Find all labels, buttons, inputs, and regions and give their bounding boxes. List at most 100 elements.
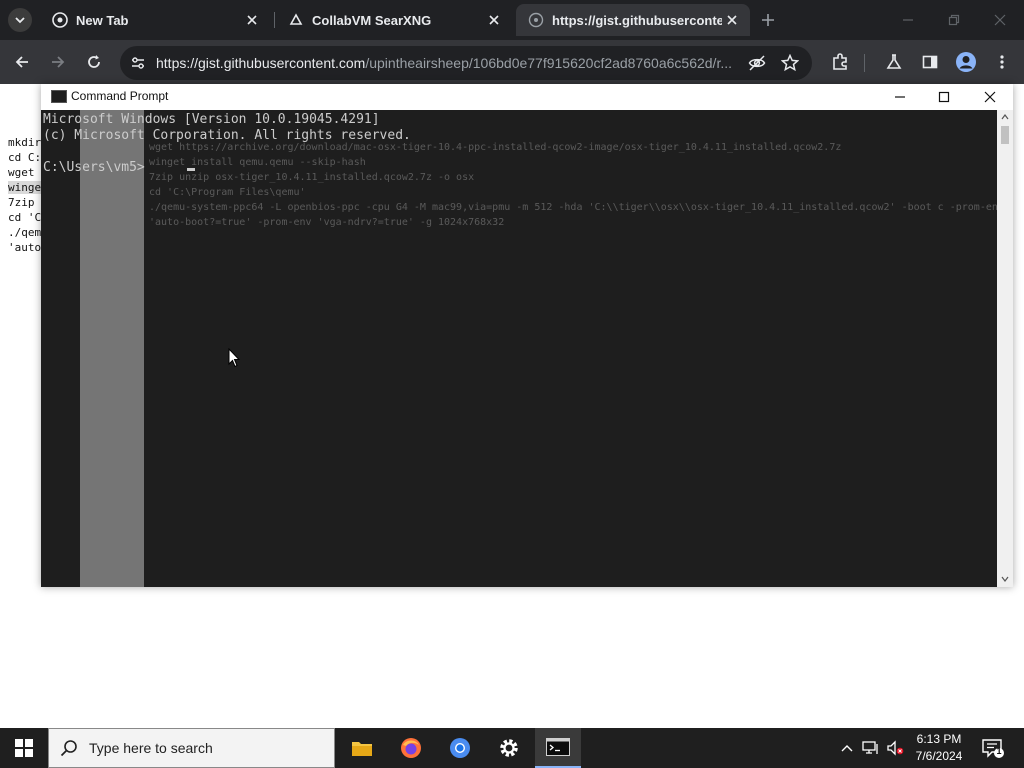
windows-logo-icon bbox=[15, 739, 33, 757]
browser-tab-strip: New Tab CollabVM SearXNG https://gist.gi… bbox=[0, 0, 1024, 40]
kebab-menu-icon bbox=[1000, 55, 1004, 69]
cmd-scrollbar[interactable] bbox=[997, 110, 1013, 587]
taskbar-search[interactable]: Type here to search bbox=[48, 728, 335, 768]
tab-new-tab[interactable]: New Tab bbox=[40, 4, 270, 36]
ghost-text-line: 'auto-boot?=true' -prom-env 'vga-ndrv?=t… bbox=[149, 217, 505, 228]
address-bar[interactable]: https://gist.githubusercontent.com/upint… bbox=[120, 46, 812, 80]
flask-icon bbox=[886, 54, 902, 69]
scroll-thumb[interactable] bbox=[1001, 126, 1009, 144]
cmd-close-button[interactable] bbox=[979, 86, 1001, 108]
search-icon bbox=[49, 739, 89, 757]
tab-gist[interactable]: https://gist.githubuserconten bbox=[516, 4, 750, 36]
taskbar-settings[interactable] bbox=[486, 728, 532, 768]
volume-muted-icon bbox=[887, 740, 904, 756]
render-artifact bbox=[80, 110, 112, 587]
terminal-icon bbox=[546, 738, 570, 756]
tab-search-button[interactable] bbox=[8, 8, 32, 32]
toolbar-separator bbox=[864, 54, 865, 72]
globe-icon bbox=[528, 12, 544, 28]
cmd-title-bar[interactable]: Command Prompt bbox=[41, 84, 1013, 110]
firefox-icon bbox=[401, 738, 421, 758]
network-icon bbox=[862, 741, 878, 754]
cmd-minimize-button[interactable] bbox=[889, 86, 911, 108]
chromium-icon bbox=[450, 738, 470, 758]
cmd-console[interactable]: wget https://archive.org/download/mac-os… bbox=[41, 110, 997, 587]
new-tab-button[interactable] bbox=[758, 10, 778, 30]
search-placeholder: Type here to search bbox=[89, 740, 213, 756]
close-icon bbox=[984, 91, 996, 103]
side-panel-button[interactable] bbox=[918, 50, 942, 74]
eye-off-icon[interactable] bbox=[748, 54, 766, 77]
minimize-icon bbox=[895, 96, 905, 98]
url-host: https://gist.githubusercontent.com bbox=[156, 55, 366, 71]
restore-button[interactable] bbox=[942, 8, 966, 32]
clock[interactable]: 6:13 PM 7/6/2024 bbox=[908, 731, 970, 765]
tab-close-icon[interactable] bbox=[484, 10, 504, 30]
url-path: /upintheairsheep/106bd0e77f915620cf2ad87… bbox=[365, 55, 732, 71]
scroll-up-icon[interactable] bbox=[1001, 114, 1009, 120]
scroll-down-icon[interactable] bbox=[1001, 576, 1009, 582]
menu-button[interactable] bbox=[990, 50, 1014, 74]
back-button[interactable] bbox=[10, 50, 34, 74]
chrome-icon bbox=[52, 12, 68, 28]
chevron-up-icon bbox=[841, 745, 853, 752]
taskbar-firefox[interactable] bbox=[388, 728, 434, 768]
console-line: Microsoft Windows [Version 10.0.19045.42… bbox=[43, 112, 380, 127]
close-icon bbox=[994, 14, 1006, 26]
volume-button[interactable] bbox=[884, 728, 906, 768]
ghost-text-line: 7zip unzip osx-tiger_10.4.11_installed.q… bbox=[149, 172, 475, 183]
tab-close-icon[interactable] bbox=[722, 10, 742, 30]
notification-center-button[interactable]: 1 bbox=[980, 736, 1004, 760]
command-prompt-window[interactable]: Command Prompt wget https://archive.org/… bbox=[41, 84, 1013, 587]
close-window-button[interactable] bbox=[988, 8, 1012, 32]
ghost-text-line: winget install qemu.qemu --skip-hash bbox=[149, 157, 366, 168]
searxng-icon bbox=[288, 12, 304, 28]
labs-button[interactable] bbox=[882, 50, 906, 74]
show-hidden-icons-button[interactable] bbox=[836, 728, 858, 768]
side-panel-icon bbox=[922, 55, 938, 69]
render-artifact bbox=[112, 110, 144, 587]
taskbar-chromium[interactable] bbox=[437, 728, 483, 768]
address-url[interactable]: https://gist.githubusercontent.com/upint… bbox=[156, 55, 738, 71]
minimize-button[interactable] bbox=[896, 8, 920, 32]
mouse-pointer-icon bbox=[228, 348, 240, 368]
ghost-text-line: ./qemu-system-ppc64 -L openbios-ppc -cpu… bbox=[149, 202, 997, 213]
cmd-title: Command Prompt bbox=[71, 89, 169, 103]
cmd-app-icon bbox=[51, 90, 67, 103]
profile-button[interactable] bbox=[954, 50, 978, 74]
tab-collabvm-searxng[interactable]: CollabVM SearXNG bbox=[276, 4, 512, 36]
taskbar-file-explorer[interactable] bbox=[339, 728, 385, 768]
settings-icon bbox=[500, 739, 518, 757]
taskbar-command-prompt[interactable] bbox=[535, 728, 581, 768]
tab-label: CollabVM SearXNG bbox=[312, 12, 432, 28]
taskbar: Type here to search 6:13 PM 7/6/2024 1 bbox=[0, 728, 1024, 768]
file-explorer-icon bbox=[352, 742, 372, 756]
console-prompt: C:\Users\vm5> bbox=[43, 160, 145, 175]
ghost-text-line: wget https://archive.org/download/mac-os… bbox=[149, 142, 842, 153]
tab-label: New Tab bbox=[76, 12, 129, 28]
cmd-maximize-button[interactable] bbox=[933, 86, 955, 108]
notification-count: 1 bbox=[996, 746, 1002, 756]
avatar-icon bbox=[956, 52, 976, 72]
tab-close-icon[interactable] bbox=[242, 10, 262, 30]
tab-label: https://gist.githubuserconten bbox=[552, 12, 722, 28]
bookmark-star-icon[interactable] bbox=[780, 53, 800, 77]
minimize-icon bbox=[903, 19, 913, 21]
start-button[interactable] bbox=[0, 728, 48, 768]
puzzle-icon bbox=[833, 53, 847, 70]
maximize-icon bbox=[938, 91, 950, 103]
arrow-left-icon bbox=[15, 56, 28, 68]
extensions-button[interactable] bbox=[828, 50, 852, 74]
chevron-down-icon bbox=[15, 17, 25, 24]
plus-icon bbox=[762, 14, 774, 26]
console-line: (c) Microsoft Corporation. All rights re… bbox=[43, 128, 411, 143]
arrow-right-icon bbox=[52, 56, 65, 68]
clock-time: 6:13 PM bbox=[916, 732, 962, 746]
network-button[interactable] bbox=[860, 728, 882, 768]
restore-icon bbox=[948, 14, 960, 26]
text-cursor bbox=[187, 168, 195, 171]
tab-separator bbox=[274, 12, 275, 28]
site-info-icon[interactable] bbox=[130, 55, 146, 76]
reload-button[interactable] bbox=[82, 50, 106, 74]
forward-button[interactable] bbox=[46, 50, 70, 74]
